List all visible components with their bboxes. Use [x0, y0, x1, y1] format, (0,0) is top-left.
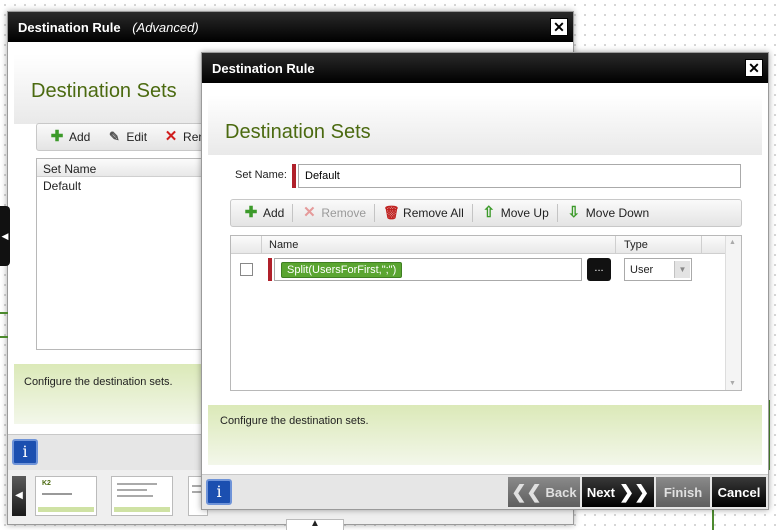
chevron-down-icon[interactable]: ▼	[674, 261, 690, 278]
side-panel-toggle[interactable]: ◀	[0, 206, 10, 266]
back-dialog-title: Destination Rule	[18, 20, 121, 35]
finish-button-label: Finish	[663, 484, 703, 500]
plus-icon: ✚	[244, 204, 258, 221]
wizard-footer: i ❮❮ Back Next ❯❯ Finish Cancel	[202, 474, 768, 509]
table-row[interactable]: Split(UsersForFirst,";") ... User ▼	[231, 256, 725, 282]
destination-rule-dialog: Destination Rule ✕ Destination Sets Set …	[201, 52, 769, 510]
double-chevron-right-icon: ❯❯	[619, 481, 650, 502]
thumbnail-logo: K2	[42, 480, 51, 487]
dialog-close-icon[interactable]: ✕	[745, 59, 763, 77]
thumbnail-band	[38, 507, 94, 512]
remove-all-button[interactable]: 🗑 Remove All	[377, 203, 470, 223]
grid-scrollbar[interactable]: ▲ ▼	[725, 236, 741, 390]
set-name-input[interactable]	[298, 164, 741, 188]
back-button[interactable]: ❮❮ Back	[508, 477, 580, 507]
connector-line	[0, 336, 8, 338]
thumbnail-line	[117, 483, 157, 485]
back-set-list-header: Set Name	[37, 159, 205, 177]
thumbnail-line	[117, 489, 147, 491]
remove-x-icon: ✕	[164, 128, 178, 145]
type-column-header[interactable]: Type	[624, 239, 648, 251]
remove-all-label: Remove All	[403, 206, 464, 220]
type-select-value: User	[630, 264, 654, 276]
thumbnail-page-1[interactable]: K2	[35, 476, 97, 516]
back-info-text: Configure the destination sets.	[24, 376, 173, 388]
arrow-down-icon: ⇩	[567, 204, 581, 221]
next-button[interactable]: Next ❯❯	[582, 477, 654, 507]
set-name-label: Set Name:	[235, 169, 287, 181]
back-dialog-close-icon[interactable]: ✕	[550, 18, 568, 36]
add-button[interactable]: ✚ Add	[237, 203, 290, 223]
scroll-down-icon[interactable]: ▼	[729, 380, 736, 387]
connector-line	[712, 508, 714, 530]
page-pointer: ▲	[286, 518, 344, 530]
back-info-icon[interactable]: i	[12, 439, 38, 465]
thumbnail-line	[117, 495, 153, 497]
destinations-grid: Name Type Split(UsersForFirst,";") ... U…	[230, 235, 742, 391]
back-edit-button[interactable]: ✎ Edit	[100, 127, 153, 147]
expression-field[interactable]: Split(UsersForFirst,";")	[274, 258, 582, 281]
thumbnail-page-2[interactable]	[111, 476, 173, 516]
info-icon[interactable]: i	[206, 479, 232, 505]
required-marker	[268, 258, 272, 281]
wizard-nav: ❮❮ Back Next ❯❯ Finish Cancel	[508, 477, 766, 507]
thumbnail-band	[114, 507, 170, 512]
back-button-label: Back	[545, 484, 577, 500]
back-toolbar: ✚ Add ✎ Edit ✕ Ren	[36, 123, 208, 151]
info-band: Configure the destination sets.	[208, 405, 762, 465]
grid-header-divider	[701, 236, 702, 254]
next-button-label: Next	[586, 484, 615, 500]
back-set-name-column: Set Name	[43, 162, 97, 176]
expression-token[interactable]: Split(UsersForFirst,";")	[281, 262, 403, 278]
dialog-titlebar[interactable]: Destination Rule ✕	[202, 53, 768, 83]
toolbar-divider	[471, 204, 473, 222]
move-down-label: Move Down	[585, 206, 650, 220]
back-edit-label: Edit	[126, 130, 148, 144]
plus-icon: ✚	[50, 128, 64, 145]
name-column-header[interactable]: Name	[269, 239, 298, 251]
add-label: Add	[263, 206, 285, 220]
page-title: Destination Sets	[225, 121, 371, 143]
back-info-band: Configure the destination sets.	[14, 364, 204, 424]
remove-button[interactable]: ✕ Remove	[295, 203, 372, 223]
type-select[interactable]: User ▼	[624, 258, 692, 281]
remove-label: Remove	[321, 206, 367, 220]
caret-up-icon: ▲	[310, 518, 320, 529]
back-add-label: Add	[69, 130, 91, 144]
back-page-title: Destination Sets	[31, 80, 177, 102]
browse-button[interactable]: ...	[587, 258, 611, 281]
back-dialog-subtitle: (Advanced)	[132, 20, 199, 35]
finish-button[interactable]: Finish	[656, 477, 710, 507]
list-item[interactable]: Default	[37, 178, 205, 194]
required-marker	[292, 164, 296, 188]
toolbar-divider	[292, 204, 294, 222]
double-chevron-left-icon: ❮❮	[511, 481, 542, 502]
info-text: Configure the destination sets.	[220, 415, 369, 427]
back-add-button[interactable]: ✚ Add	[43, 127, 96, 147]
dialog-title: Destination Rule	[212, 61, 315, 76]
move-up-button[interactable]: ⇧ Move Up	[475, 203, 555, 223]
thumbnail-line	[42, 493, 72, 495]
move-down-button[interactable]: ⇩ Move Down	[560, 203, 655, 223]
grid-header-divider	[261, 236, 262, 254]
edit-icon: ✎	[108, 129, 120, 144]
toolbar-divider	[374, 204, 376, 222]
scroll-up-icon[interactable]: ▲	[729, 239, 736, 246]
remove-x-icon: ✕	[303, 204, 316, 221]
toolbar-divider	[556, 204, 558, 222]
grid-header: Name Type	[231, 236, 741, 254]
connector-line	[0, 312, 8, 314]
move-up-label: Move Up	[500, 206, 549, 220]
destinations-toolbar: ✚ Add ✕ Remove 🗑 Remove All ⇧ Move Up ⇩ …	[230, 199, 742, 227]
grid-header-divider	[615, 236, 616, 254]
cancel-button[interactable]: Cancel	[712, 477, 766, 507]
cancel-button-label: Cancel	[717, 484, 761, 500]
scroll-left-button[interactable]: ◀	[12, 476, 26, 516]
arrow-up-icon: ⇧	[482, 204, 496, 221]
back-dialog-titlebar[interactable]: Destination Rule (Advanced) ✕	[8, 12, 573, 42]
back-set-list[interactable]: Set Name Default	[36, 158, 206, 350]
trash-icon: 🗑	[383, 205, 400, 220]
row-checkbox[interactable]	[240, 263, 253, 276]
